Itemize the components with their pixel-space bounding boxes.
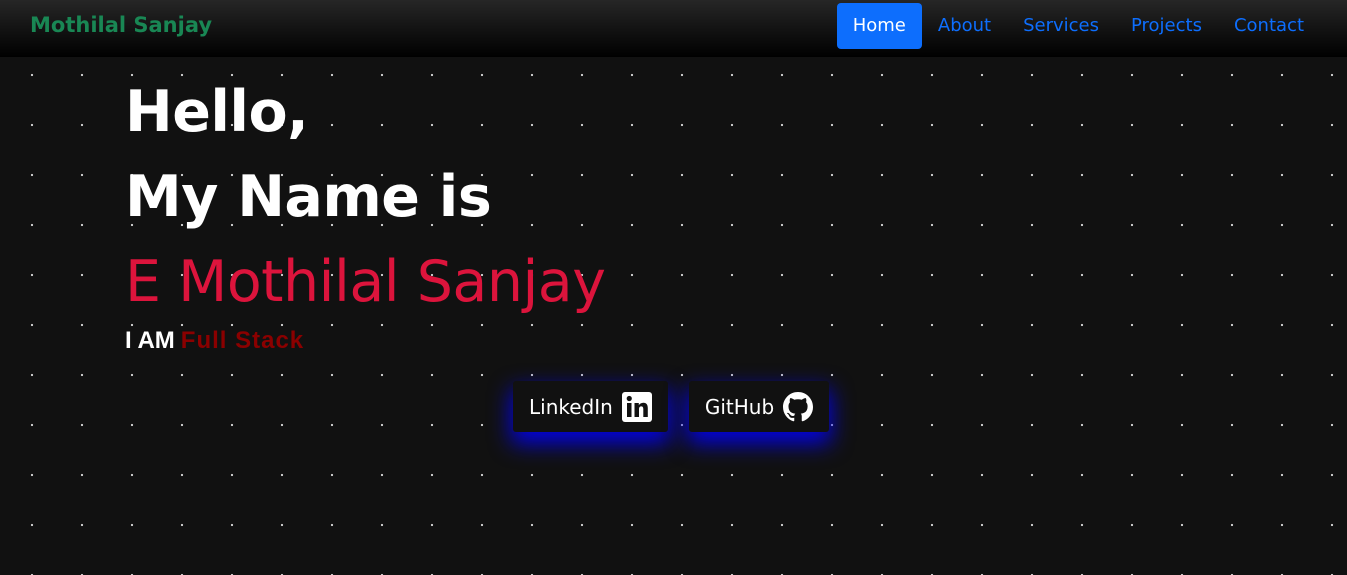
linkedin-label: LinkedIn bbox=[529, 394, 613, 419]
role-prefix: I AM bbox=[125, 327, 175, 354]
nav-link-contact[interactable]: Contact bbox=[1218, 3, 1320, 49]
nav-link-services[interactable]: Services bbox=[1007, 3, 1115, 49]
linkedin-icon bbox=[621, 391, 652, 422]
role-typing-text: Full Stack bbox=[180, 327, 305, 354]
nav-link-home[interactable]: Home bbox=[836, 3, 922, 49]
hero-intro: My Name is bbox=[125, 164, 492, 230]
hero-name: E Mothilal Sanjay bbox=[125, 249, 606, 315]
role-line: I AM Full Stack bbox=[125, 327, 304, 355]
page: Mothilal Sanjay Home About Services Proj… bbox=[0, 0, 1347, 575]
github-label: GitHub bbox=[704, 394, 775, 419]
github-icon bbox=[783, 391, 814, 422]
linkedin-button[interactable]: LinkedIn bbox=[513, 381, 668, 432]
nav-links: Home About Services Projects Contact bbox=[836, 3, 1320, 49]
brand-logo[interactable]: Mothilal Sanjay bbox=[30, 13, 212, 37]
github-button[interactable]: GitHub bbox=[688, 381, 830, 432]
social-buttons: LinkedIn GitHub bbox=[513, 381, 830, 432]
nav-link-about[interactable]: About bbox=[922, 3, 1007, 49]
nav-link-projects[interactable]: Projects bbox=[1115, 3, 1218, 49]
navbar: Mothilal Sanjay Home About Services Proj… bbox=[0, 0, 1347, 57]
hero-greeting: Hello, bbox=[125, 79, 309, 145]
hero-heading: Hello, My Name is E Mothilal Sanjay bbox=[125, 70, 606, 325]
